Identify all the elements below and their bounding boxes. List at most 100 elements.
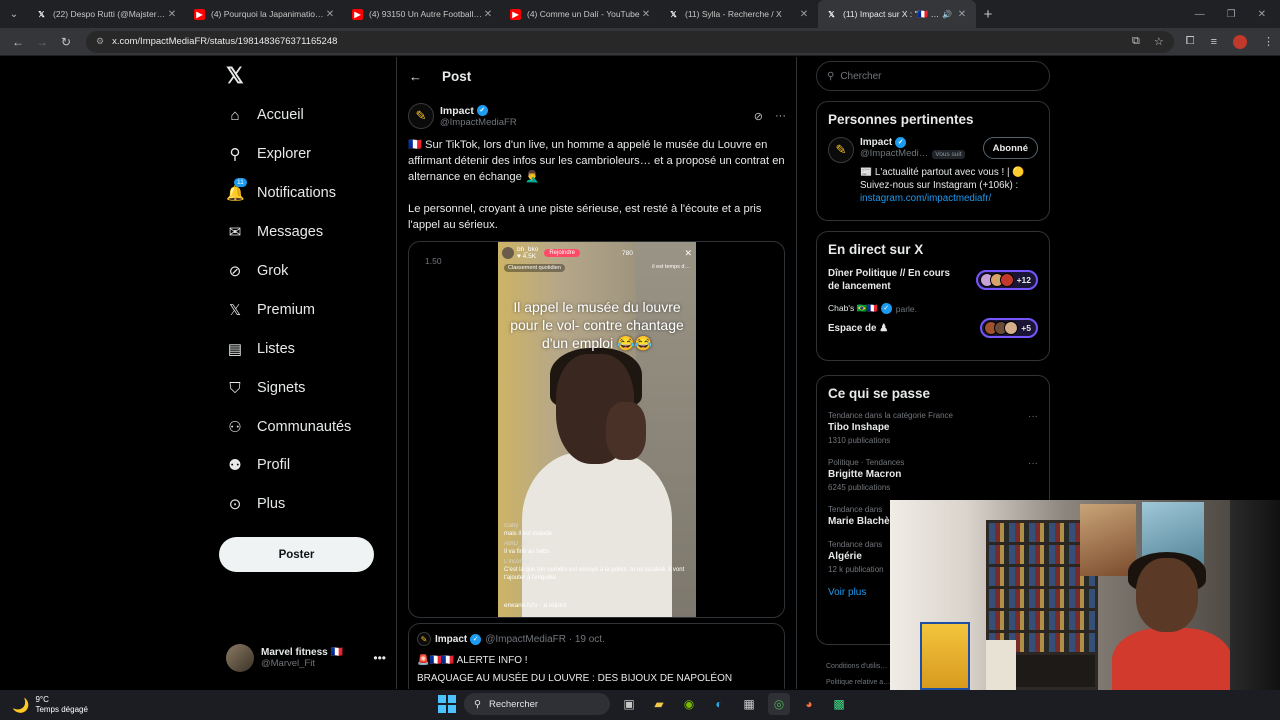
browser-tab-1[interactable]: ▶ (4) Pourquoi la Japanimation v ✕ [186, 0, 344, 28]
media-controls-icon[interactable]: ≡ [1211, 36, 1217, 48]
author-name[interactable]: Impact [440, 105, 474, 117]
minimize-icon[interactable]: — [1195, 9, 1205, 20]
trend-count: 6245 publications [828, 483, 891, 492]
close-window-icon[interactable]: ✕ [1258, 9, 1266, 20]
tab-search-button[interactable]: ⌄ [0, 0, 28, 28]
host-action: parle. [895, 303, 917, 314]
close-icon[interactable]: ✕ [956, 9, 968, 20]
close-icon[interactable]: ✕ [324, 9, 336, 20]
nvidia-icon[interactable]: ◉ [678, 693, 700, 715]
relevant-handle[interactable]: @ImpactMedi… [860, 148, 928, 159]
account-name: Marvel fitness 🇫🇷 [261, 647, 343, 658]
site-info-icon[interactable]: ⚙ [96, 36, 104, 47]
quoted-tweet[interactable]: ✎ Impact ✓ @ImpactMediaFR · 19 oct. 🚨🇫🇷🇫… [408, 623, 785, 689]
back-arrow-icon[interactable]: ← [409, 69, 422, 84]
nav-item-grok[interactable]: ⊘ Grok [226, 254, 289, 288]
avatar: ✎ [417, 632, 431, 646]
reload-icon[interactable]: ↻ [54, 35, 78, 49]
comment-text: C'est la que ton numéro est envoyé à la … [504, 567, 685, 581]
nav-item-explorer[interactable]: ⚲ Explorer [226, 137, 312, 171]
nav-item-premium[interactable]: 𝕏 Premium [226, 293, 315, 327]
nav-item-profil[interactable]: ⚉ Profil [226, 448, 290, 482]
more-icon[interactable]: ··· [1028, 411, 1038, 422]
youtube-favicon-icon: ▶ [194, 8, 205, 20]
nav-item-notifications[interactable]: 🔔 11 Notifications [226, 176, 336, 210]
search-placeholder: Chercher [840, 70, 882, 82]
tweet-video[interactable]: 1.50 bh_bko ♥ 4.5K Rejoindre 780 ✕ Class… [408, 241, 785, 618]
column-divider [796, 57, 797, 689]
nav-item-listes[interactable]: ▤ Listes [226, 332, 295, 366]
footer-link[interactable]: Politique relative a… [826, 675, 890, 689]
firefox-icon[interactable]: ◕ [798, 693, 820, 715]
file-explorer-icon[interactable]: ▰ [648, 693, 670, 715]
post-column: ← Post ✎ Impact ✓ @ImpactMediaFR ⊘ ··· 🇫🇷… [397, 57, 796, 689]
relevant-name[interactable]: Impact [860, 137, 892, 148]
speaker-icon[interactable]: 🔊 [942, 10, 952, 19]
bio-link[interactable]: instagram.com/impactmediafr/ [860, 193, 991, 204]
maximize-icon[interactable]: ❐ [1227, 9, 1236, 20]
x-logo-icon[interactable]: 𝕏 [226, 63, 244, 89]
post-button[interactable]: Poster [219, 537, 374, 572]
browser-tab-0[interactable]: 𝕏 (22) Despo Rutti (@MajsterOffi ✕ [28, 0, 186, 28]
follows-you-badge: Vous suit [932, 150, 965, 159]
grok-icon[interactable]: ⊘ [754, 110, 763, 123]
forward-icon[interactable]: → [30, 35, 54, 49]
bookmark-star-icon[interactable]: ☆ [1154, 35, 1164, 48]
address-bar[interactable]: ⚙ x.com/ImpactMediaFR/status/19814836763… [86, 30, 1174, 53]
avatar[interactable]: ✎ [408, 103, 434, 129]
windows-taskbar: 🌙 9°C Temps dégagé ⚲ Rechercher ▣ ▰ ◉ ◐ … [0, 690, 1280, 720]
search-input[interactable]: ⚲ Chercher [816, 61, 1050, 91]
windows-start-icon[interactable] [438, 695, 456, 713]
video-frame[interactable]: bh_bko ♥ 4.5K Rejoindre 780 ✕ Classement… [498, 242, 696, 617]
avatar[interactable]: ✎ [828, 137, 854, 163]
bookmark-icon: ⛉ [229, 379, 241, 397]
nav-item-accueil[interactable]: ⌂ Accueil [226, 98, 303, 132]
bell-icon: 🔔 11 [226, 178, 247, 202]
back-icon[interactable]: ← [6, 35, 30, 49]
more-icon[interactable]: ··· [775, 110, 786, 123]
nav-item-plus[interactable]: ⊙ Plus [226, 487, 286, 521]
trend-item[interactable]: Tendance dans la catégorie France Tibo I… [828, 411, 1038, 445]
more-icon[interactable]: ••• [373, 651, 386, 665]
nav-item-communautes[interactable]: ⚇ Communautés [226, 410, 351, 444]
account-switcher[interactable]: Marvel fitness 🇫🇷 @Marvel_Fit ••• [226, 643, 386, 673]
weather-widget[interactable]: 🌙 9°C Temps dégagé [12, 695, 88, 715]
browser-tab-5-active[interactable]: 𝕏 (11) Impact sur X : "🇫🇷 Sur T 🔊 ✕ [818, 0, 976, 28]
profile-avatar[interactable] [1233, 34, 1247, 49]
trend-item[interactable]: Politique · Tendances Brigitte Macron 62… [828, 458, 1038, 492]
browser-tab-3[interactable]: ▶ (4) Comme un Dalí - YouTube ✕ [502, 0, 660, 28]
close-icon[interactable]: ✕ [798, 9, 810, 20]
more-icon[interactable]: ··· [1028, 458, 1038, 469]
nav-label: Grok [257, 263, 289, 279]
browser-tab-2[interactable]: ▶ (4) 93150 Un Autre Football Ep ✕ [344, 0, 502, 28]
taskbar-search[interactable]: ⚲ Rechercher [464, 693, 610, 715]
author-handle[interactable]: @ImpactMediaFR [440, 117, 517, 128]
participant-count: +5 [1021, 323, 1031, 333]
task-view-icon[interactable]: ▣ [618, 693, 640, 715]
nav-label: Profil [257, 457, 291, 473]
edge-icon[interactable]: ◐ [708, 693, 730, 715]
live-space[interactable]: Dîner Politique // En cours de lancement… [828, 267, 1038, 293]
card-title: Ce qui se passe [828, 386, 931, 401]
extensions-icon[interactable]: ⧠ [1186, 35, 1195, 48]
browser-tab-4[interactable]: 𝕏 (11) Sylla - Recherche / X ✕ [660, 0, 818, 28]
live-space[interactable]: Espace de ♟ +5 [828, 318, 1038, 338]
close-icon[interactable]: ✕ [166, 9, 178, 20]
new-tab-button[interactable]: + [976, 6, 1000, 23]
tab-title: (11) Sylla - Recherche / X [685, 9, 782, 19]
comment-text: mais il est malade [504, 531, 553, 537]
cast-icon[interactable]: ⧉ [1132, 35, 1140, 48]
x-favicon-icon: 𝕏 [38, 9, 45, 19]
browser-menu-icon[interactable]: ⋮ [1263, 35, 1274, 48]
close-icon[interactable]: ✕ [640, 9, 652, 20]
nav-item-messages[interactable]: ✉ Messages [226, 215, 323, 249]
footer-link[interactable]: Conditions d'utilis… [826, 659, 890, 675]
close-icon[interactable]: ✕ [482, 9, 494, 20]
nav-label: Communautés [257, 419, 352, 435]
trend-category: Tendance dans la catégorie France [828, 411, 953, 420]
follow-button[interactable]: Abonné [982, 137, 1038, 159]
chrome-icon[interactable]: ◎ [768, 693, 790, 715]
app-icon[interactable]: ▩ [828, 693, 850, 715]
nav-item-signets[interactable]: ⛉ Signets [226, 371, 305, 405]
store-icon[interactable]: ▦ [738, 693, 760, 715]
